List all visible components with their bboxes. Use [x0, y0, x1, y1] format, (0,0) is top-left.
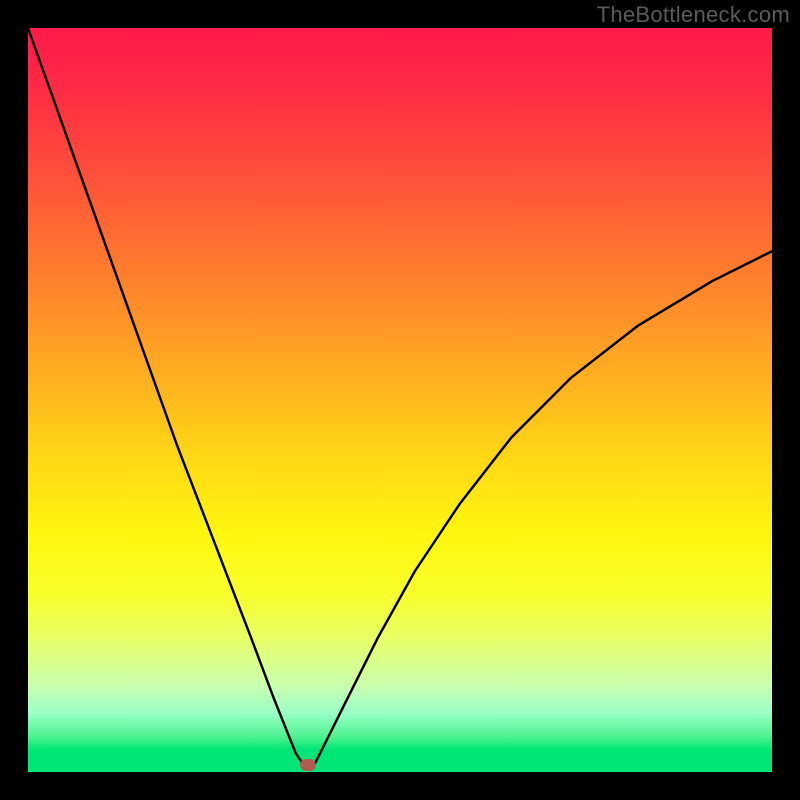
chart-frame: TheBottleneck.com [0, 0, 800, 800]
watermark-text: TheBottleneck.com [597, 2, 790, 28]
bottleneck-curve [28, 28, 772, 772]
bottleneck-point-marker [300, 759, 316, 771]
plot-area [28, 28, 772, 772]
